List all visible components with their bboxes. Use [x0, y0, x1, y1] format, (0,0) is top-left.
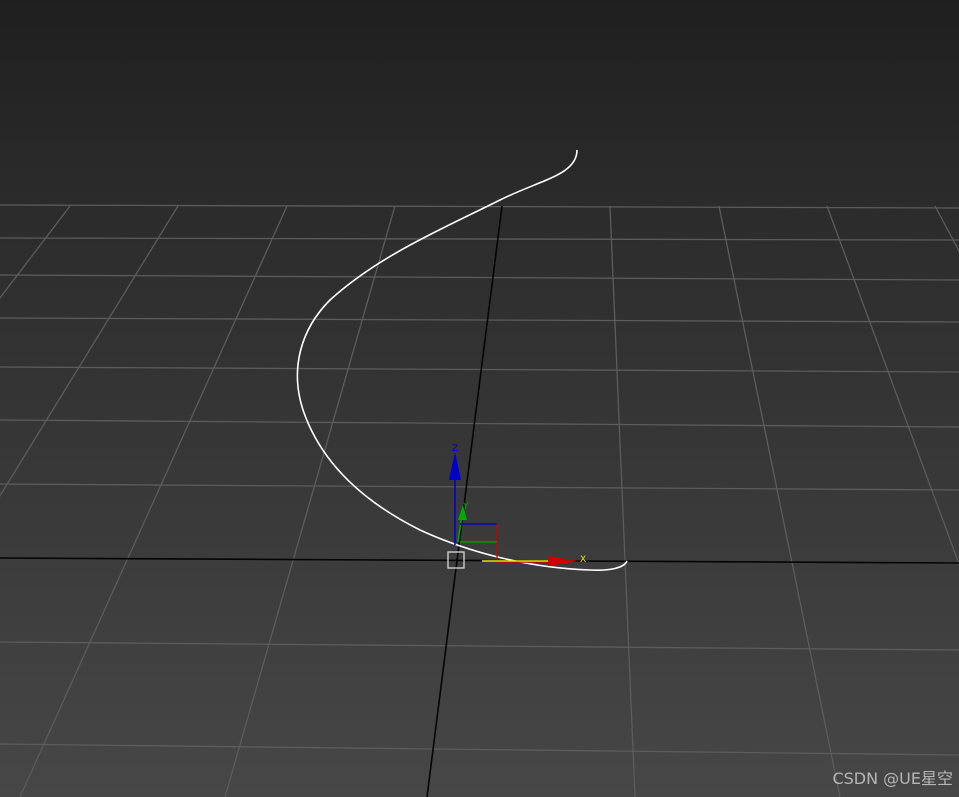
viewport-canvas[interactable]: Z Y X	[0, 0, 959, 797]
csdn-watermark: CSDN @UE星空	[832, 769, 953, 788]
gizmo-y-label: Y	[462, 502, 469, 512]
gizmo-x-label: X	[580, 555, 586, 565]
gizmo-z-label: Z	[452, 444, 458, 454]
perspective-viewport[interactable]: Z Y X CSDN @UE星空	[0, 0, 959, 797]
